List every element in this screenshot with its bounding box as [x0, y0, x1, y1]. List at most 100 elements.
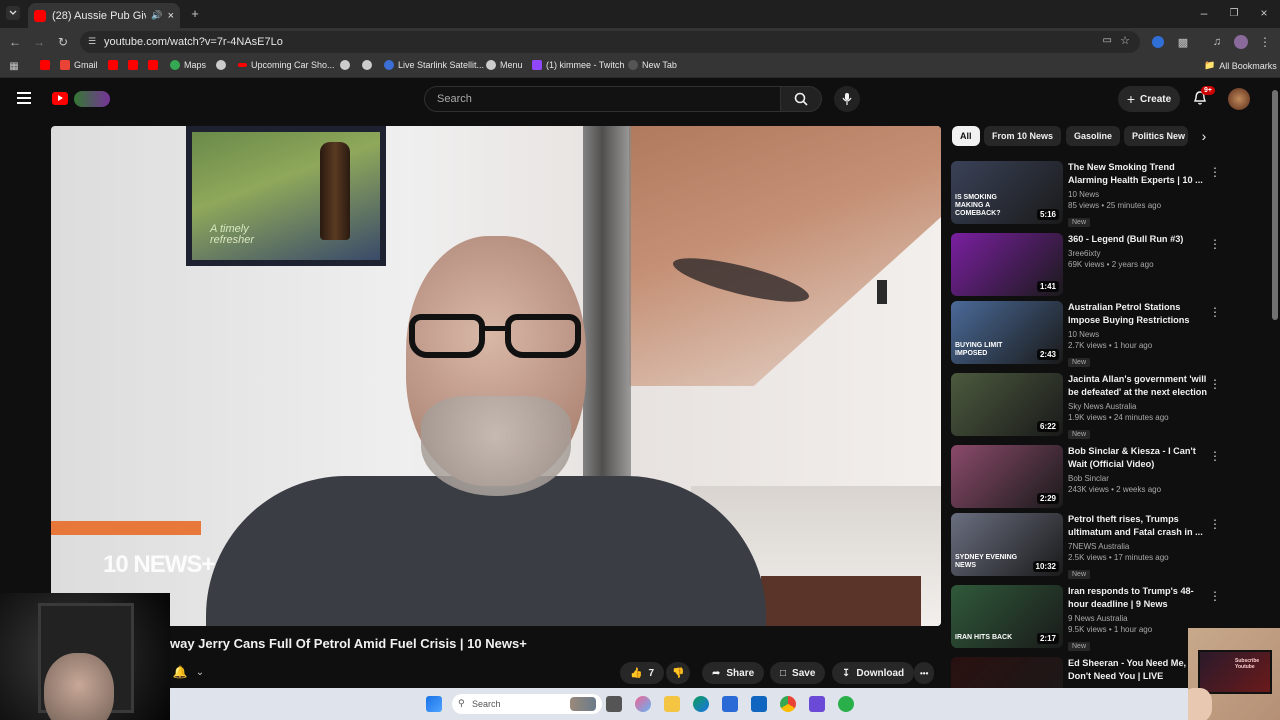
bookmark-gmail[interactable]: Gmail	[60, 60, 98, 70]
account-avatar[interactable]	[1228, 88, 1250, 110]
maximize-icon[interactable]: ❐	[1226, 6, 1242, 20]
address-bar[interactable]: ☰ youtube.com/watch?v=7r-4NAsE7Lo ▭ ☆	[80, 31, 1140, 53]
new-tab-button[interactable]: +	[188, 5, 202, 21]
close-window-icon[interactable]: ×	[1256, 6, 1272, 20]
chevron-right-icon[interactable]: ›	[1196, 128, 1212, 144]
task-view-icon[interactable]	[606, 696, 622, 712]
bookmark-star-icon[interactable]: ☆	[1120, 34, 1130, 47]
windows-start-icon[interactable]	[426, 696, 442, 712]
chip-all[interactable]: All	[952, 126, 980, 146]
all-bookmarks[interactable]: 📁 All Bookmarks	[1204, 60, 1277, 71]
suggestion-title[interactable]: Bob Sinclar & Kiesza - I Can't Wait (Off…	[1068, 445, 1208, 471]
suggestion-thumbnail[interactable]: IRAN HITS BACK 2:17	[951, 585, 1063, 648]
suggestion-item[interactable]: IS SMOKING MAKING A COMEBACK? 5:16 The New…	[951, 161, 1221, 227]
android-app-icon[interactable]	[838, 696, 854, 712]
bookmark-globe[interactable]	[216, 60, 230, 70]
tab-search-icon[interactable]	[6, 6, 20, 20]
suggestion-title[interactable]: Jacinta Allan's government 'will be defe…	[1068, 373, 1208, 399]
chip-politics-news[interactable]: Politics New	[1124, 126, 1188, 146]
chrome-icon[interactable]	[780, 696, 796, 712]
copilot-icon[interactable]	[635, 696, 651, 712]
suggestion-channel[interactable]: 10 News	[1068, 189, 1208, 200]
edge-icon[interactable]	[693, 696, 709, 712]
search-input[interactable]: Search	[424, 86, 780, 112]
browser-tab-active[interactable]: (28) Aussie Pub Gives Away... 🔊 ×	[28, 3, 180, 28]
suggestion-title[interactable]: Petrol theft rises, Trumps ultimatum and…	[1068, 513, 1208, 539]
suggestion-thumbnail[interactable]: 2:29	[951, 445, 1063, 508]
suggestion-item[interactable]: YOU NEED ME, I DON'T NEED YOUEd Sheeran …	[951, 657, 1221, 688]
suggestion-item[interactable]: 2:29 Bob Sinclar & Kiesza - I Can't Wait …	[951, 445, 1221, 509]
app-grid-icon[interactable]	[809, 696, 825, 712]
voice-search-button[interactable]	[834, 86, 860, 112]
suggestion-title[interactable]: Iran responds to Trump's 48-hour deadlin…	[1068, 585, 1208, 611]
bookmark-globe-2[interactable]	[340, 60, 354, 70]
more-actions-button[interactable]: •••	[914, 662, 935, 684]
more-options-icon[interactable]: ⋮	[1209, 377, 1221, 391]
more-options-icon[interactable]: ⋮	[1209, 517, 1221, 531]
speaker-icon[interactable]: 🔊	[151, 10, 162, 21]
bookmark-globe-3[interactable]	[362, 60, 376, 70]
create-button[interactable]: + Create	[1118, 86, 1180, 112]
suggestion-thumbnail[interactable]: YOU NEED ME, I DON'T NEED YOU	[951, 657, 1063, 688]
bookmark-starlink[interactable]: Live Starlink Satellit...	[384, 60, 484, 70]
video-player[interactable]: A timely refresher 10 NEWS+	[51, 126, 941, 626]
outlook-icon[interactable]	[751, 696, 767, 712]
suggestion-channel[interactable]: Sky News Australia	[1068, 401, 1208, 412]
more-options-icon[interactable]: ⋮	[1209, 165, 1221, 179]
bookmark-new-tab[interactable]: New Tab	[628, 60, 677, 70]
suggestion-item[interactable]: 1:41 360 - Legend (Bull Run #3) 3ree6ixty 6…	[951, 233, 1221, 297]
install-icon[interactable]: ▭	[1103, 35, 1112, 46]
save-button[interactable]: □ Save	[770, 662, 826, 684]
suggestion-title[interactable]: The New Smoking Trend Alarming Health Ex…	[1068, 161, 1208, 187]
apps-grid-icon[interactable]: ▦	[8, 60, 20, 72]
suggestion-thumbnail[interactable]: IS SMOKING MAKING A COMEBACK? 5:16	[951, 161, 1063, 224]
suggestion-title[interactable]: 360 - Legend (Bull Run #3)	[1068, 233, 1208, 246]
notifications-button[interactable]: 9+	[1192, 86, 1215, 108]
back-icon[interactable]: ←	[8, 35, 22, 49]
search-button[interactable]	[780, 86, 822, 112]
dislike-button[interactable]: 👎	[666, 662, 691, 684]
profile-avatar[interactable]	[1234, 35, 1248, 49]
site-info-icon[interactable]: ☰	[88, 36, 96, 47]
suggestion-channel[interactable]: 9 News Australia	[1068, 613, 1208, 624]
media-control-icon[interactable]: ♫	[1210, 35, 1224, 49]
more-options-icon[interactable]: ⋮	[1209, 589, 1221, 603]
suggestion-item[interactable]: 6:22 Jacinta Allan's government 'will be …	[951, 373, 1221, 439]
suggestion-channel[interactable]: 7NEWS Australia	[1068, 541, 1208, 552]
suggestion-item[interactable]: SYDNEY EVENING NEWS 10:32 Petrol theft ris…	[951, 513, 1221, 579]
youtube-logo[interactable]	[52, 91, 110, 107]
more-options-icon[interactable]: ⋮	[1209, 237, 1221, 251]
more-options-icon[interactable]: ⋮	[1209, 449, 1221, 463]
suggestion-channel[interactable]: 10 News	[1068, 329, 1208, 340]
more-options-icon[interactable]: ⋮	[1209, 305, 1221, 319]
notification-bell-icon[interactable]: 🔔	[172, 664, 188, 680]
chip-from-10-news[interactable]: From 10 News	[984, 126, 1062, 146]
file-explorer-icon[interactable]	[664, 696, 680, 712]
bookmark-maps[interactable]: Maps	[170, 60, 206, 70]
taskbar-search[interactable]: ⚲ Search	[452, 694, 602, 714]
chevron-down-icon[interactable]: ⌄	[194, 664, 206, 680]
store-icon[interactable]	[722, 696, 738, 712]
suggestion-item[interactable]: BUYING LIMIT IMPOSED 2:43 Australian Petro…	[951, 301, 1221, 367]
bookmark-youtube-2[interactable]	[108, 60, 122, 70]
suggestion-channel[interactable]: Bob Sinclar	[1068, 473, 1208, 484]
bookmark-youtube-1[interactable]	[40, 60, 54, 70]
page-scrollbar[interactable]	[1272, 90, 1278, 320]
minimize-icon[interactable]: –	[1196, 6, 1212, 20]
suggestion-item[interactable]: IRAN HITS BACK 2:17 Iran responds to Trump…	[951, 585, 1221, 651]
share-button[interactable]: ➦ Share	[702, 662, 765, 684]
suggestion-title[interactable]: Australian Petrol Stations Impose Buying…	[1068, 301, 1208, 327]
extension-icon[interactable]	[1152, 36, 1164, 48]
chrome-menu-icon[interactable]: ⋮	[1259, 35, 1271, 49]
hamburger-menu-icon[interactable]	[17, 92, 31, 104]
bookmark-youtube-4[interactable]	[148, 60, 162, 70]
suggestion-thumbnail[interactable]: BUYING LIMIT IMPOSED 2:43	[951, 301, 1063, 364]
suggestion-thumbnail[interactable]: 6:22	[951, 373, 1063, 436]
suggestion-channel[interactable]: 3ree6ixty	[1068, 248, 1208, 259]
suggestion-title[interactable]: Ed Sheeran - You Need Me, I Don't Need Y…	[1068, 657, 1208, 683]
bookmark-twitch[interactable]: (1) kimmee - Twitch	[532, 60, 624, 70]
bookmark-car-show[interactable]: Upcoming Car Sho...	[238, 60, 335, 70]
extensions-puzzle-icon[interactable]: ▩	[1176, 35, 1190, 49]
forward-icon[interactable]: →	[32, 35, 46, 49]
download-button[interactable]: ↧ Download	[832, 662, 915, 684]
